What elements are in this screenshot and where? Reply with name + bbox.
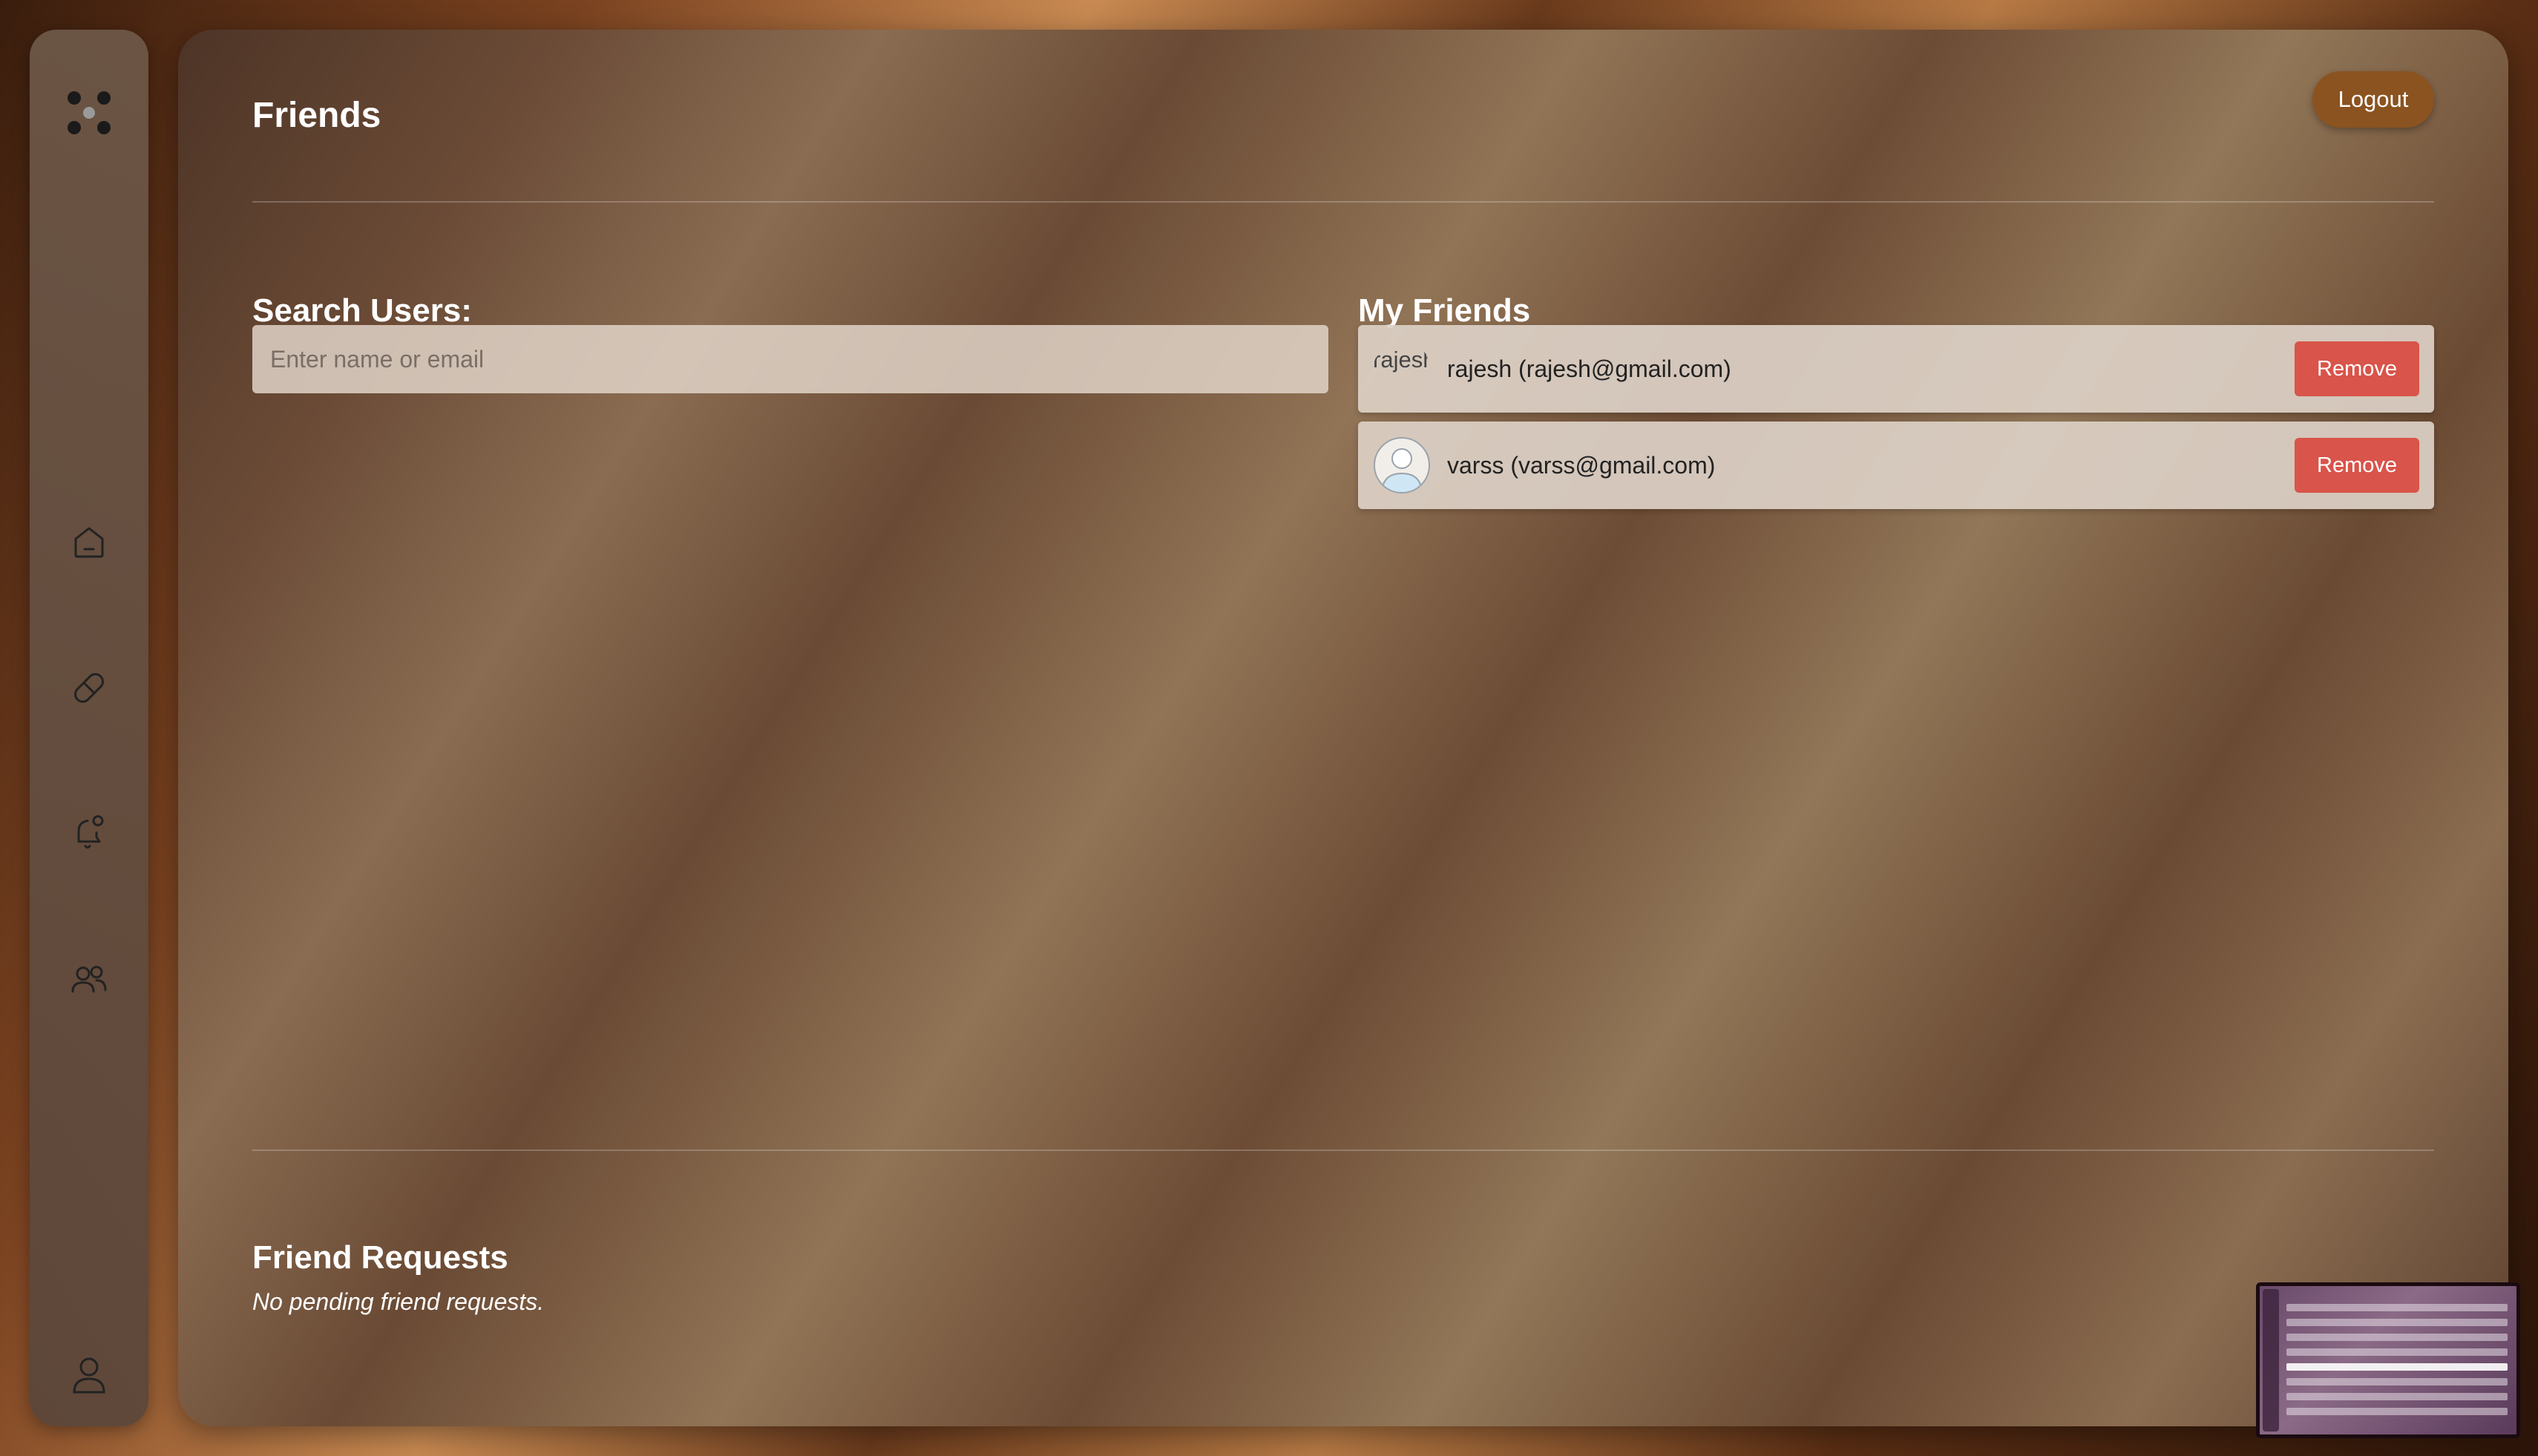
broken-avatar-image: rajesh (1373, 340, 1431, 404)
thumbnail-row (2286, 1319, 2508, 1326)
app-logo-icon[interactable] (65, 89, 113, 137)
remove-friend-button[interactable]: Remove (2295, 438, 2419, 493)
avatar-alt-text: rajesh (1373, 347, 1431, 373)
logout-button[interactable]: Logout (2312, 71, 2434, 128)
header-divider (252, 201, 2434, 203)
search-input[interactable] (252, 325, 1328, 393)
users-icon[interactable] (65, 956, 113, 1003)
page-title: Friends (252, 96, 381, 135)
friend-name-email: rajesh (rajesh@gmail.com) (1447, 355, 1731, 382)
friend-list-item: rajesh rajesh (rajesh@gmail.com) Remove (1358, 325, 2434, 413)
thumbnail-row (2286, 1393, 2508, 1400)
main-panel: Friends Logout Search Users: My Friends … (178, 30, 2508, 1426)
friend-list-item: varss (varss@gmail.com) Remove (1358, 422, 2434, 509)
thumbnail-row (2286, 1348, 2508, 1356)
thumbnail-row (2286, 1363, 2508, 1371)
thumbnail-row (2286, 1304, 2508, 1311)
user-icon[interactable] (65, 1351, 113, 1398)
bell-icon[interactable] (65, 809, 113, 856)
thumbnail-row (2286, 1408, 2508, 1415)
search-section-title: Search Users: (252, 292, 472, 329)
friend-requests-title: Friend Requests (252, 1239, 508, 1276)
friend-name-email: varss (varss@gmail.com) (1447, 452, 1716, 479)
sidebar (30, 30, 148, 1426)
remove-friend-button[interactable]: Remove (2295, 341, 2419, 396)
default-avatar-icon (1373, 436, 1431, 494)
window-thumbnail-preview[interactable] (2256, 1282, 2520, 1438)
pill-icon[interactable] (65, 664, 113, 712)
thumbnail-sidebar (2263, 1289, 2279, 1432)
home-icon[interactable] (65, 518, 113, 565)
no-requests-message: No pending friend requests. (252, 1288, 545, 1315)
thumbnail-row (2286, 1378, 2508, 1386)
thumbnail-row (2286, 1334, 2508, 1341)
friends-section-title: My Friends (1358, 292, 1531, 329)
section-divider (252, 1150, 2434, 1151)
